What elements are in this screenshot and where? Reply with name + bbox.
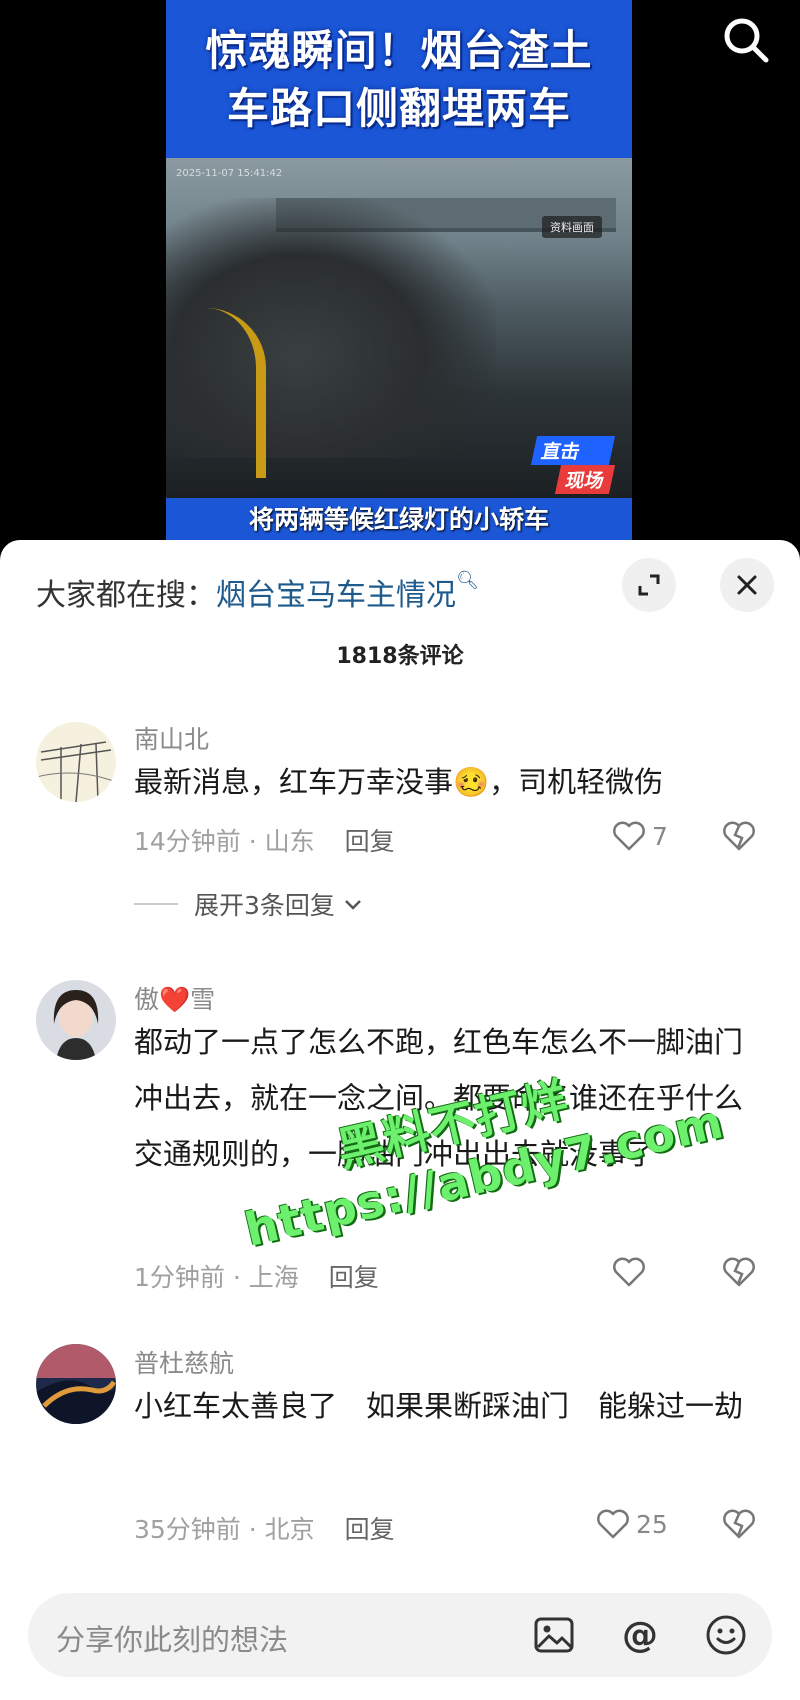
video-player[interactable]: 惊魂瞬间！烟台渣土 车路口侧翻埋两车 2025-11-07 15:41:42 资…: [0, 0, 800, 545]
at-sign-icon: @: [622, 1615, 658, 1656]
heart-icon: [613, 1257, 645, 1287]
video-subtitle: 将两辆等候红绿灯的小轿车: [248, 505, 549, 534]
reply-button[interactable]: 回复: [329, 1263, 379, 1292]
comment-text: 都动了一点了怎么不跑，红色车怎么不一脚油门冲出去，就在一念之间。都要命了谁还在乎…: [134, 1025, 744, 1171]
comment-time-location: 1分钟前 · 上海: [134, 1263, 299, 1292]
broken-heart-icon: [723, 1257, 755, 1287]
dislike-button[interactable]: [722, 1256, 756, 1292]
dashcam-timestamp: 2025-11-07 15:41:42: [176, 168, 283, 179]
search-icon: [724, 18, 769, 63]
dislike-button[interactable]: [722, 820, 756, 856]
heart-icon: [613, 821, 645, 851]
comment-text: 最新消息，红车万幸没事🥴，司机轻微伤: [134, 765, 664, 799]
comment-meta: 14分钟前 · 山东 回复: [134, 822, 395, 858]
like-count: 25: [636, 1509, 668, 1539]
comment-meta: 35分钟前 · 北京 回复: [134, 1510, 395, 1546]
small-search-icon: 🔍︎: [456, 570, 479, 591]
live-badge-line-2: 现场: [554, 465, 616, 494]
expand-icon: [638, 574, 660, 596]
live-badge-line-1: 直击: [530, 436, 616, 465]
comment-text: 小红车太善良了 如果果断踩油门 能躲过一劫: [134, 1389, 744, 1423]
comment-time-location: 14分钟前 · 山东: [134, 827, 315, 856]
avatar[interactable]: [36, 1344, 116, 1424]
comment-username[interactable]: 南山北: [134, 720, 209, 756]
close-icon: [737, 575, 757, 595]
emoji-button[interactable]: [704, 1613, 748, 1657]
like-button[interactable]: 25: [596, 1508, 668, 1540]
dashcam-scene: 2025-11-07 15:41:42 资料画面 直击 现场: [166, 158, 632, 498]
comment-input-placeholder[interactable]: 分享你此刻的想法: [56, 1617, 288, 1659]
avatar-image: [36, 722, 116, 802]
comment-username[interactable]: 普杜慈航: [134, 1344, 234, 1380]
comments-sheet: 大家都在搜：烟台宝马车主情况🔍︎ 1818条评论 南山北 最新消息，红车万幸没事…: [0, 540, 800, 1700]
broken-heart-icon: [723, 821, 755, 851]
image-icon: [534, 1617, 574, 1653]
comment-meta: 1分钟前 · 上海 回复: [134, 1258, 379, 1294]
headline-line-2: 车路口侧翻埋两车: [226, 84, 571, 133]
avatar-image: [36, 980, 116, 1060]
trending-search[interactable]: 大家都在搜：烟台宝马车主情况🔍︎: [36, 570, 479, 614]
broken-heart-icon: [723, 1509, 755, 1539]
source-tag: 资料画面: [542, 216, 602, 238]
avatar[interactable]: [36, 980, 116, 1060]
heart-icon: [597, 1509, 629, 1539]
expand-sheet-button[interactable]: [622, 558, 676, 612]
yellow-car-shape: [166, 308, 266, 478]
trending-prefix: 大家都在搜：: [36, 578, 216, 613]
like-button[interactable]: [612, 1256, 652, 1288]
image-button[interactable]: [532, 1613, 576, 1657]
reply-button[interactable]: 回复: [345, 827, 395, 856]
avatar[interactable]: [36, 722, 116, 802]
comments-count: 1818条评论: [336, 644, 464, 669]
expand-replies-label: 展开3条回复: [194, 891, 335, 920]
divider-line: [134, 903, 178, 905]
chevron-down-icon: [345, 900, 361, 910]
trending-keyword[interactable]: 烟台宝马车主情况: [216, 578, 456, 613]
close-button[interactable]: [720, 558, 774, 612]
comment-time-location: 35分钟前 · 北京: [134, 1515, 315, 1544]
video-frame: 惊魂瞬间！烟台渣土 车路口侧翻埋两车 2025-11-07 15:41:42 资…: [166, 0, 632, 545]
smiley-icon: [706, 1615, 746, 1655]
headline-line-1: 惊魂瞬间！烟台渣土: [205, 26, 593, 75]
mention-button[interactable]: @: [618, 1613, 662, 1657]
reply-button[interactable]: 回复: [345, 1515, 395, 1544]
live-badge: 直击 现场: [530, 436, 616, 494]
expand-replies[interactable]: 展开3条回复: [134, 886, 365, 922]
like-count: 7: [652, 821, 668, 851]
video-headline: 惊魂瞬间！烟台渣土 车路口侧翻埋两车: [166, 22, 632, 138]
search-button[interactable]: [718, 12, 774, 68]
svg-text:@: @: [622, 1615, 658, 1656]
dislike-button[interactable]: [722, 1508, 756, 1544]
avatar-image: [36, 1344, 116, 1424]
comment-username[interactable]: 傲❤️雪: [134, 980, 215, 1016]
comment-input-bar[interactable]: 分享你此刻的想法 @: [28, 1593, 772, 1677]
like-button[interactable]: 7: [612, 820, 668, 852]
